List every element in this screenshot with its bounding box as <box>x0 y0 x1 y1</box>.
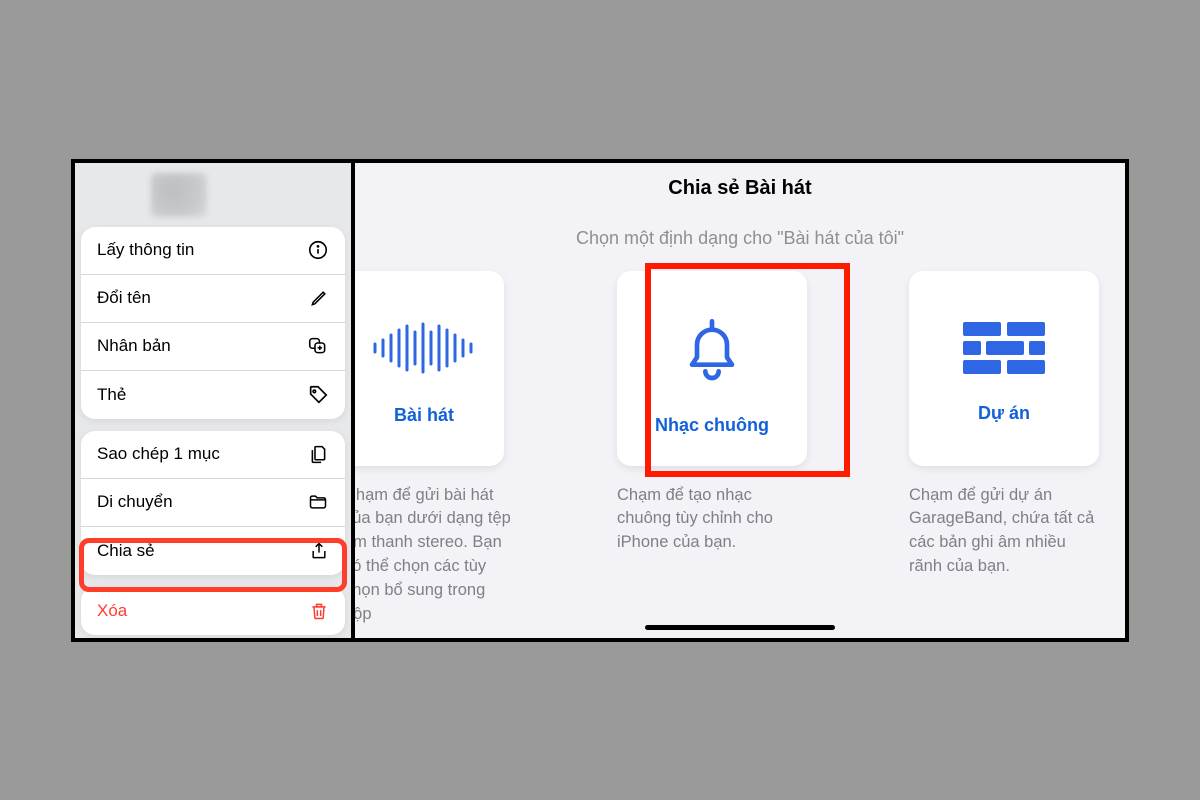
menu-share[interactable]: Chia sẻ <box>81 527 345 575</box>
format-cards-row: Bài hát Chạm để gửi bài hát của bạn dưới… <box>355 271 1125 628</box>
menu-label: Di chuyển <box>97 492 173 512</box>
card-desc: Chạm để tạo nhạc chuông tùy chỉnh cho iP… <box>617 484 807 556</box>
duplicate-icon <box>308 336 329 357</box>
menu-label: Chia sẻ <box>97 541 155 561</box>
card-column-ringtone: Nhạc chuông Chạm để tạo nhạc chuông tùy … <box>613 271 811 628</box>
card-column-song: Bài hát Chạm để gửi bài hát của bạn dưới… <box>359 271 519 628</box>
blurred-thumbnail <box>151 173 207 217</box>
info-icon <box>307 239 329 261</box>
folder-icon <box>307 492 329 512</box>
menu-label: Nhân bản <box>97 336 171 356</box>
card-ringtone[interactable]: Nhạc chuông <box>617 271 807 466</box>
context-menu-panel: Lấy thông tin Đổi tên Nhân bản Thẻ <box>75 163 355 638</box>
card-label: Nhạc chuông <box>655 415 769 436</box>
copy-icon <box>308 444 329 465</box>
card-desc: Chạm để gửi dự án GarageBand, chứa tất c… <box>909 484 1099 580</box>
card-label: Dự án <box>978 403 1030 424</box>
tag-icon <box>307 384 329 406</box>
menu-label: Xóa <box>97 601 127 621</box>
card-song[interactable]: Bài hát <box>355 271 504 466</box>
card-column-project: Dự án Chạm để gửi dự án GarageBand, chứa… <box>905 271 1103 628</box>
trash-icon <box>309 600 329 622</box>
bell-icon <box>672 308 752 393</box>
menu-label: Thẻ <box>97 385 126 405</box>
share-title: Chia sẻ Bài hát <box>355 177 1125 200</box>
menu-get-info[interactable]: Lấy thông tin <box>81 227 345 275</box>
pencil-icon <box>309 288 329 308</box>
card-project[interactable]: Dự án <box>909 271 1099 466</box>
card-label: Bài hát <box>394 405 454 426</box>
menu-rename[interactable]: Đổi tên <box>81 275 345 323</box>
menu-group-1: Lấy thông tin Đổi tên Nhân bản Thẻ <box>81 227 345 419</box>
menu-copy[interactable]: Sao chép 1 mục <box>81 431 345 479</box>
menu-duplicate[interactable]: Nhân bản <box>81 323 345 371</box>
card-desc: Chạm để gửi bài hát của bạn dưới dạng tệ… <box>355 484 514 628</box>
menu-label: Đổi tên <box>97 288 151 308</box>
bricks-icon <box>961 320 1047 381</box>
screenshot-composite: Lấy thông tin Đổi tên Nhân bản Thẻ <box>71 159 1129 642</box>
menu-group-3: Xóa <box>81 587 345 635</box>
menu-group-2: Sao chép 1 mục Di chuyển Chia sẻ <box>81 431 345 575</box>
home-indicator <box>645 625 835 630</box>
menu-tags[interactable]: Thẻ <box>81 371 345 419</box>
share-sheet-panel: Chia sẻ Bài hát Chọn một định dạng cho "… <box>355 163 1125 638</box>
waveform-icon <box>369 318 479 383</box>
menu-delete[interactable]: Xóa <box>81 587 345 635</box>
share-icon <box>309 540 329 562</box>
menu-move[interactable]: Di chuyển <box>81 479 345 527</box>
share-subtitle: Chọn một định dạng cho "Bài hát của tôi" <box>355 228 1125 249</box>
menu-label: Sao chép 1 mục <box>97 444 220 464</box>
menu-label: Lấy thông tin <box>97 240 194 260</box>
